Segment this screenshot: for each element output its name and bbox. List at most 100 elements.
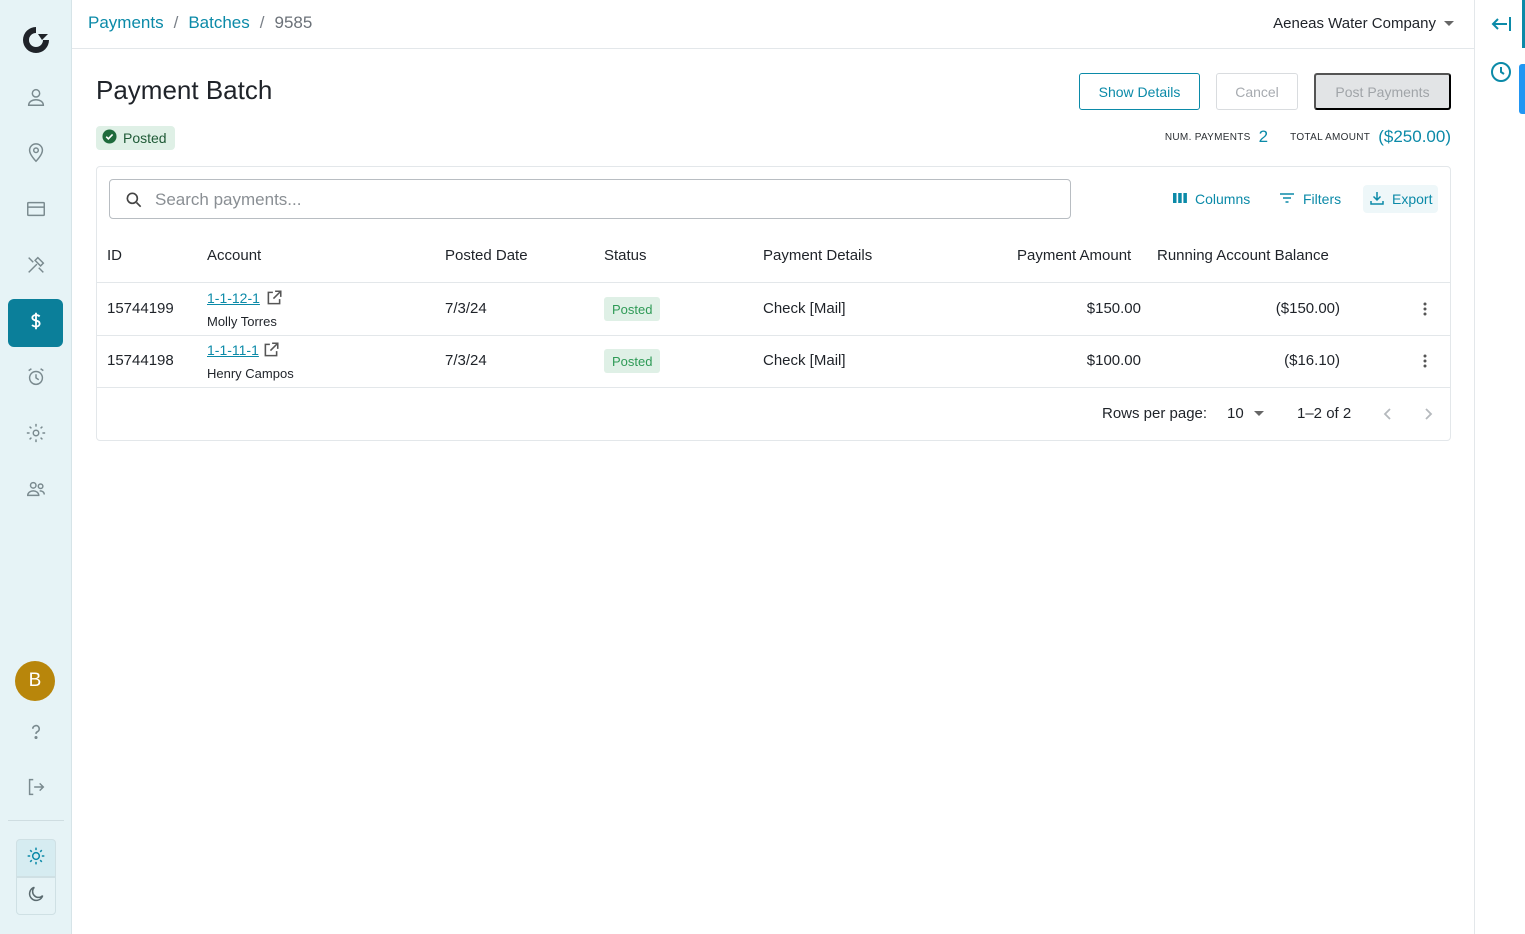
more-vert-icon [1417, 354, 1433, 374]
rows-per-page-select[interactable]: 10 [1227, 405, 1264, 422]
payments-table-panel: Columns Filters Export ID Account Posted… [96, 166, 1451, 441]
right-rail [1474, 0, 1525, 934]
export-label: Export [1392, 191, 1433, 207]
account-holder-name: Molly Torres [207, 314, 277, 329]
sidebar-item-customers[interactable] [8, 75, 63, 123]
cell-running-balance: ($150.00) [1275, 300, 1340, 317]
top-bar: Payments / Batches / 9585 Aeneas Water C… [72, 0, 1474, 49]
cell-posted-date: 7/3/24 [445, 300, 487, 317]
breadcrumb-current: 9585 [274, 13, 313, 32]
status-badge-label: Posted [123, 130, 167, 146]
table-row[interactable]: 15744198 1-1-11-1 Henry Campos 7/3/24 Po… [97, 336, 1450, 388]
sidebar-item-settings[interactable] [8, 411, 63, 459]
pagination: Rows per page: 10 1–2 of 2 [97, 389, 1450, 439]
logout-icon [25, 776, 47, 803]
num-payments-label: NUM. PAYMENTS [1164, 131, 1251, 143]
tools-icon [25, 254, 47, 281]
column-header-running-balance[interactable]: Running Account Balance [1157, 247, 1329, 264]
column-header-status[interactable]: Status [604, 247, 647, 264]
search-icon [124, 190, 144, 215]
moon-icon [26, 884, 46, 909]
page-title: Payment Batch [96, 75, 273, 105]
cell-payment-details: Check [Mail] [763, 300, 846, 317]
chevron-down-icon [1253, 411, 1264, 416]
account-holder-name: Henry Campos [207, 366, 294, 381]
filters-button[interactable]: Filters [1278, 185, 1341, 213]
page-range: 1–2 of 2 [1297, 405, 1352, 422]
person-icon [25, 86, 47, 113]
sidebar-item-users[interactable] [8, 467, 63, 515]
breadcrumb: Payments / Batches / 9585 [88, 13, 312, 33]
collapse-panel-button[interactable] [1489, 12, 1513, 41]
chevron-left-icon [1380, 408, 1396, 427]
app-logo[interactable] [20, 24, 52, 56]
breadcrumb-separator: / [259, 13, 265, 32]
sidebar-item-payments[interactable] [8, 299, 63, 347]
columns-icon [1172, 190, 1188, 209]
sidebar-item-reminders[interactable] [8, 355, 63, 403]
column-header-posted-date[interactable]: Posted Date [445, 247, 528, 264]
rows-per-page-value: 10 [1227, 405, 1244, 422]
sidebar-item-locations[interactable] [8, 131, 63, 179]
status-pill: Posted [604, 297, 661, 321]
batch-summary: NUM. PAYMENTS 2 TOTAL AMOUNT ($250.00) [1165, 127, 1451, 147]
collapse-left-icon [1489, 17, 1513, 40]
column-header-payment-details[interactable]: Payment Details [763, 247, 872, 264]
breadcrumb-payments[interactable]: Payments [88, 13, 164, 33]
chevron-right-icon [1420, 408, 1436, 427]
num-payments-value: 2 [1258, 127, 1269, 146]
help-button[interactable] [8, 710, 63, 758]
breadcrumb-batches[interactable]: Batches [188, 13, 249, 33]
total-amount-value: ($250.00) [1378, 127, 1451, 146]
rail-scroll-indicator [1519, 64, 1525, 114]
dollar-icon [25, 310, 47, 337]
next-page-button[interactable] [1420, 405, 1436, 428]
row-actions-menu[interactable] [1417, 352, 1433, 375]
post-payments-button[interactable]: Post Payments [1314, 73, 1451, 110]
company-name: Aeneas Water Company [1273, 15, 1436, 32]
column-header-id[interactable]: ID [107, 247, 122, 264]
columns-button[interactable]: Columns [1172, 185, 1250, 213]
open-external-icon[interactable] [262, 341, 280, 364]
account-link[interactable]: 1-1-12-1 [207, 290, 260, 306]
location-pin-icon [25, 142, 47, 169]
dark-theme-toggle[interactable] [16, 877, 56, 915]
open-external-icon[interactable] [265, 289, 283, 312]
show-details-button[interactable]: Show Details [1079, 73, 1200, 110]
cell-payment-details: Check [Mail] [763, 352, 846, 369]
sidebar: B [0, 0, 72, 934]
more-vert-icon [1417, 302, 1433, 322]
rows-per-page-label: Rows per page: [1102, 405, 1208, 422]
sidebar-divider [8, 820, 64, 821]
history-button[interactable] [1489, 60, 1513, 89]
avatar[interactable]: B [15, 661, 55, 701]
columns-label: Columns [1195, 191, 1251, 207]
search-input[interactable] [155, 188, 1035, 212]
sidebar-item-billing[interactable] [8, 187, 63, 235]
cell-posted-date: 7/3/24 [445, 352, 487, 369]
table-row[interactable]: 15744199 1-1-12-1 Molly Torres 7/3/24 Po… [97, 284, 1450, 336]
company-selector[interactable]: Aeneas Water Company [1273, 15, 1454, 32]
column-header-account[interactable]: Account [207, 247, 261, 264]
filter-icon [1278, 190, 1296, 209]
download-icon [1369, 190, 1385, 209]
search-box [109, 179, 1071, 219]
account-link[interactable]: 1-1-11-1 [207, 342, 259, 358]
column-header-payment-amount[interactable]: Payment Amount [1017, 247, 1131, 264]
cell-payment-amount: $150.00 [1086, 300, 1141, 317]
people-icon [25, 478, 47, 505]
sidebar-item-service[interactable] [8, 243, 63, 291]
total-amount-label: TOTAL AMOUNT [1290, 131, 1371, 143]
light-theme-toggle[interactable] [16, 839, 56, 877]
export-button[interactable]: Export [1363, 185, 1439, 213]
check-circle-icon [102, 129, 117, 147]
row-actions-menu[interactable] [1417, 300, 1433, 323]
gear-icon [25, 422, 47, 449]
sun-icon [26, 846, 46, 871]
filters-label: Filters [1303, 191, 1342, 207]
logout-button[interactable] [8, 765, 63, 813]
prev-page-button[interactable] [1380, 405, 1396, 428]
cancel-button[interactable]: Cancel [1216, 73, 1298, 110]
chevron-down-icon [1444, 21, 1454, 26]
status-badge: Posted [96, 126, 175, 150]
